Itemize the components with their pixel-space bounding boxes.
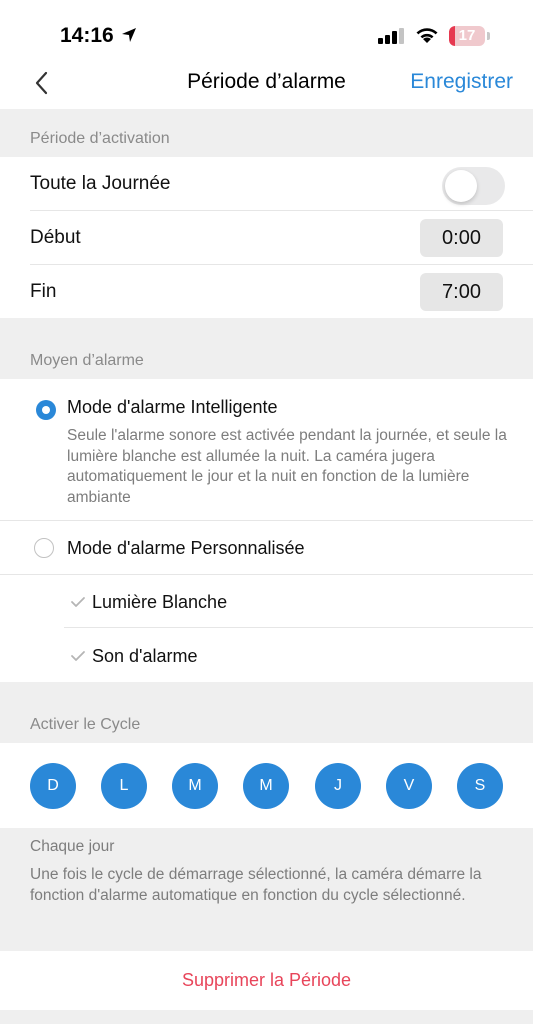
day-button-monday[interactable]: L — [101, 763, 147, 809]
divider — [0, 520, 533, 521]
day-button-friday[interactable]: V — [386, 763, 432, 809]
end-time-picker[interactable]: 7:00 — [420, 273, 503, 311]
row-all-day: Toute la Journée — [0, 157, 533, 211]
battery-nub — [487, 32, 490, 40]
smart-mode-description: Seule l'alarme sonore est activée pendan… — [67, 427, 507, 506]
option-alarm-sound[interactable]: Son d'alarme — [92, 646, 198, 667]
start-time-picker[interactable]: 0:00 — [420, 219, 503, 257]
save-button[interactable]: Enregistrer — [410, 70, 513, 94]
battery-level-text: 17 — [458, 27, 476, 44]
status-bar: 14:16 17 — [0, 0, 533, 64]
smart-mode-radio[interactable] — [36, 400, 56, 420]
battery-icon: 17 — [449, 26, 485, 46]
custom-mode-radio[interactable] — [34, 538, 54, 558]
check-icon — [71, 597, 85, 607]
check-icon — [71, 651, 85, 661]
day-button-tuesday[interactable]: M — [172, 763, 218, 809]
row-end: Fin 7:00 — [0, 265, 533, 319]
activation-card: Toute la Journée Début 0:00 Fin 7:00 — [0, 157, 533, 318]
smart-mode-title[interactable]: Mode d'alarme Intelligente — [67, 397, 278, 418]
divider — [64, 627, 533, 628]
day-button-sunday[interactable]: D — [30, 763, 76, 809]
custom-mode-title[interactable]: Mode d'alarme Personnalisée — [67, 538, 305, 559]
location-arrow-icon — [122, 28, 136, 42]
row-start: Début 0:00 — [0, 211, 533, 265]
signal-icon — [378, 28, 404, 44]
status-time: 14:16 — [60, 24, 114, 47]
option-white-light[interactable]: Lumière Blanche — [92, 592, 227, 613]
nav-bar: Période d’alarme Enregistrer — [0, 64, 533, 109]
day-button-saturday[interactable]: S — [457, 763, 503, 809]
delete-period-button[interactable]: Supprimer la Période — [0, 951, 533, 1010]
cycle-summary-title: Chaque jour — [30, 838, 115, 855]
section-header-activation: Période d’activation — [30, 130, 170, 147]
wifi-icon — [416, 28, 438, 43]
all-day-toggle[interactable] — [442, 167, 505, 205]
day-button-thursday[interactable]: J — [315, 763, 361, 809]
cycle-summary-text: Une fois le cycle de démarrage sélection… — [30, 866, 482, 904]
alarm-mode-card — [0, 379, 533, 682]
section-header-cycle: Activer le Cycle — [30, 716, 141, 733]
divider — [0, 574, 533, 575]
all-day-label: Toute la Journée — [30, 173, 171, 194]
start-label: Début — [30, 227, 81, 248]
day-button-wednesday[interactable]: M — [243, 763, 289, 809]
toggle-knob — [445, 170, 477, 202]
section-header-alarm-mode: Moyen d’alarme — [30, 352, 144, 369]
end-label: Fin — [30, 281, 57, 302]
